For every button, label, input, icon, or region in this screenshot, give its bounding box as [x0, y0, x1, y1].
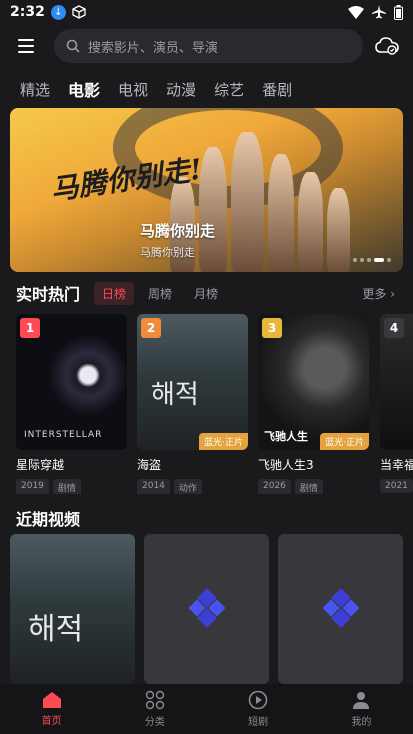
- featured-banner[interactable]: 马腾你别走! 马腾你别走 马腾你别走: [10, 108, 403, 272]
- quality-badge: 蓝光·正片: [320, 433, 369, 450]
- poster-image: 4: [380, 314, 413, 450]
- quality-badge: 蓝光·正片: [199, 433, 248, 450]
- search-bar[interactable]: 搜索影片、演员、导演: [53, 29, 364, 63]
- year-chip: 2014: [137, 479, 170, 494]
- hot-poster-row: 1 INTERSTELLAR 星际穿越 2019 剧情 2 해적 蓝光·正片 海盗…: [16, 314, 413, 494]
- hot-title: 实时热门: [16, 285, 81, 304]
- recent-title: 近期视频: [16, 510, 81, 529]
- download-icon: ↓: [50, 4, 66, 20]
- filter-daily[interactable]: 日榜: [94, 281, 135, 305]
- rank-badge: 4: [384, 318, 404, 338]
- poster-image: 2 해적 蓝光·正片: [137, 314, 248, 450]
- bottom-nav: 首页 分类 短剧 我的: [0, 684, 413, 734]
- genre-chip: 剧情: [294, 479, 323, 494]
- nav-home-label: 首页: [41, 716, 62, 727]
- cloud-sync-icon[interactable]: [373, 32, 401, 60]
- rank-badge: 2: [141, 318, 161, 338]
- tab-featured[interactable]: 精选: [20, 79, 50, 100]
- home-icon: [42, 692, 61, 708]
- poster-card[interactable]: 2 해적 蓝光·正片 海盗 2014 动作: [137, 314, 248, 494]
- placeholder-logo-icon: [188, 589, 225, 628]
- genre-chip: 动作: [173, 479, 202, 494]
- search-placeholder: 搜索影片、演员、导演: [87, 40, 218, 56]
- rank-badge: 3: [262, 318, 282, 338]
- year-chip: 2019: [16, 479, 49, 494]
- tab-movies[interactable]: 电影: [68, 77, 100, 101]
- tab-tv[interactable]: 电视: [118, 79, 148, 100]
- poster-title: 海盗: [137, 458, 162, 472]
- recent-video-card[interactable]: [144, 534, 269, 684]
- status-bar: 2:32 ↓: [0, 0, 413, 24]
- top-bar: 搜索影片、演员、导演: [0, 24, 413, 68]
- nav-home[interactable]: 首页: [22, 691, 82, 727]
- poster-card[interactable]: 4 当幸福 2021: [380, 314, 413, 493]
- banner-subtitle: 马腾你别走: [140, 246, 195, 259]
- recent-video-card[interactable]: [278, 534, 403, 684]
- grid-icon: [145, 690, 165, 710]
- nav-profile-label: 我的: [351, 717, 372, 728]
- status-time: 2:32: [10, 4, 45, 20]
- poster-title: 星际穿越: [16, 458, 65, 472]
- tab-variety[interactable]: 综艺: [214, 79, 244, 100]
- airplane-icon: [372, 5, 386, 19]
- battery-icon: [394, 4, 403, 20]
- play-circle-icon: [248, 690, 268, 710]
- user-icon: [353, 692, 370, 709]
- genre-chip: 剧情: [52, 479, 81, 494]
- recent-video-card[interactable]: 해적: [10, 534, 135, 684]
- tab-anime[interactable]: 动漫: [166, 79, 196, 100]
- banner-pagination: [353, 258, 391, 262]
- year-chip: 2021: [380, 479, 413, 493]
- poster-title: 飞驰人生3: [258, 458, 314, 472]
- cube-icon: [72, 5, 86, 19]
- poster-image: 1 INTERSTELLAR: [16, 314, 127, 450]
- year-chip: 2026: [258, 479, 291, 494]
- category-tabs: 精选 电影 电视 动漫 综艺 番剧: [0, 74, 413, 104]
- nav-short-drama-label: 短剧: [248, 717, 269, 728]
- poster-card[interactable]: 1 INTERSTELLAR 星际穿越 2019 剧情: [16, 314, 127, 494]
- nav-category[interactable]: 分类: [125, 690, 185, 728]
- hot-section-header: 实时热门 日榜 周榜 月榜 更多 ›: [0, 280, 413, 306]
- more-link[interactable]: 更多 ›: [362, 285, 395, 302]
- rank-badge: 1: [20, 318, 40, 338]
- nav-short-drama[interactable]: 短剧: [228, 690, 288, 728]
- filter-weekly[interactable]: 周榜: [140, 282, 180, 305]
- search-icon: [66, 39, 80, 53]
- banner-title: 马腾你别走: [140, 222, 216, 240]
- filter-monthly[interactable]: 月榜: [186, 282, 226, 305]
- poster-card[interactable]: 3 飞驰人生 蓝光·正片 飞驰人生3 2026 剧情: [258, 314, 369, 494]
- nav-category-label: 分类: [144, 717, 165, 728]
- wifi-icon: [348, 5, 364, 19]
- poster-title: 当幸福: [380, 458, 413, 472]
- recent-video-row: 해적: [10, 534, 413, 684]
- menu-icon[interactable]: [12, 31, 42, 61]
- nav-profile[interactable]: 我的: [331, 690, 391, 728]
- placeholder-logo-icon: [322, 589, 359, 628]
- poster-image: 3 飞驰人生 蓝光·正片: [258, 314, 369, 450]
- tab-bangumi[interactable]: 番剧: [262, 79, 292, 100]
